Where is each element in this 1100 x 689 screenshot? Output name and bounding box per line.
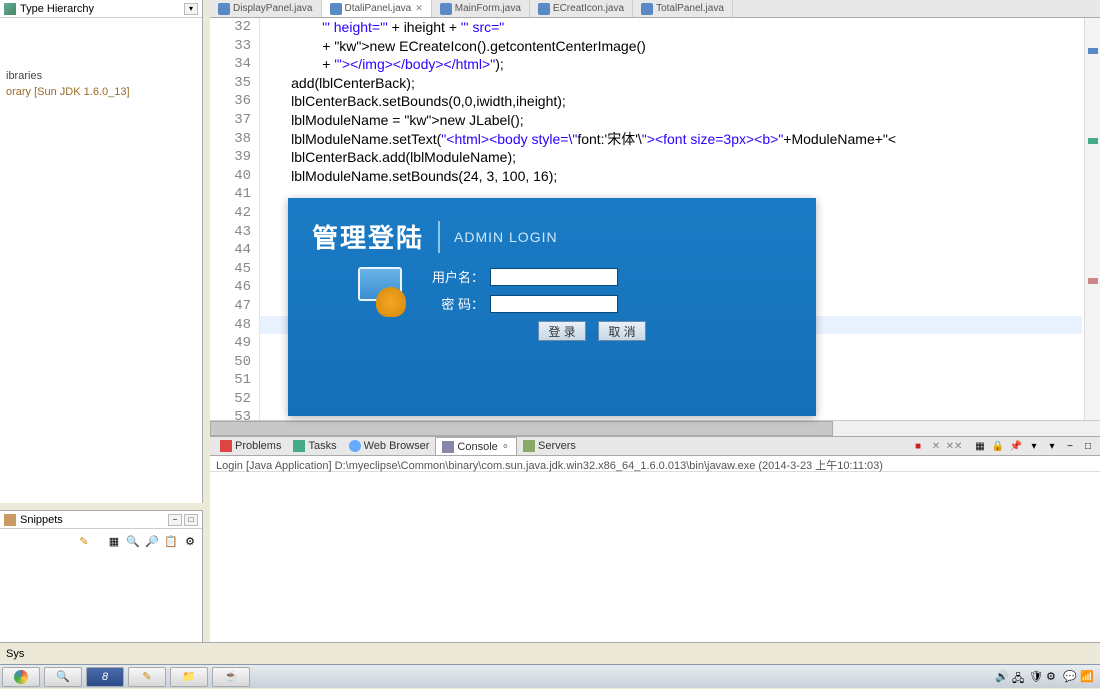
app-icon: 📁: [182, 670, 196, 683]
remove-launch-button[interactable]: ✕: [928, 438, 944, 454]
tab-mainform[interactable]: MainForm.java: [432, 0, 530, 17]
java-file-icon: [538, 3, 550, 15]
snippets-title: Snippets: [20, 514, 63, 526]
tray-icon[interactable]: ⚙: [1046, 670, 1060, 684]
editor-hscrollbar[interactable]: [210, 420, 1100, 436]
zoom-in-icon[interactable]: 🔍: [125, 533, 141, 549]
bottom-views-tabs: Problems Tasks Web Browser Console⚬ Serv…: [210, 436, 1100, 456]
app-icon: 8: [102, 671, 108, 683]
password-input[interactable]: [490, 295, 618, 313]
ruler-mark[interactable]: [1088, 138, 1098, 144]
tray-icon[interactable]: 🛡: [1029, 670, 1043, 684]
libraries-node[interactable]: ibraries: [6, 68, 196, 84]
tab-servers[interactable]: Servers: [517, 437, 582, 455]
tray-icon[interactable]: 🖧: [1012, 670, 1026, 684]
status-text: Sys: [6, 648, 24, 660]
tab-problems[interactable]: Problems: [214, 437, 287, 455]
tray-icon[interactable]: 💬: [1063, 670, 1077, 684]
minimize-icon[interactable]: −: [168, 514, 182, 526]
tray-icon[interactable]: 📶: [1080, 670, 1094, 684]
type-hierarchy-header: Type Hierarchy ▾: [0, 0, 202, 18]
tasks-icon: [293, 440, 305, 452]
login-title-en: ADMIN LOGIN: [454, 229, 558, 245]
tab-ecreatcon[interactable]: ECreatIcon.java: [530, 0, 633, 17]
java-file-icon: [641, 3, 653, 15]
snippet-tool-1[interactable]: ✎: [76, 533, 92, 549]
admin-login-dialog: 管理登陆 ADMIN LOGIN 用户名： 密 码： 登 录 取 消: [288, 198, 816, 416]
tab-dtalipanel[interactable]: DtaliPanel.java✕: [322, 0, 432, 17]
console-icon: [442, 441, 454, 453]
java-file-icon: [330, 3, 342, 15]
windows-taskbar: 🔍 8 ✎ 📁 ☕ 🔊 🖧 🛡 ⚙ 💬 📶: [0, 664, 1100, 688]
search-icon: 🔍: [56, 670, 70, 683]
tab-console[interactable]: Console⚬: [435, 437, 517, 455]
java-file-icon: [218, 3, 230, 15]
remove-all-button[interactable]: ✕✕: [946, 438, 962, 454]
title-divider: [438, 221, 440, 253]
view-menu-icon[interactable]: ▾: [184, 3, 198, 15]
tab-pin-icon[interactable]: ⚬: [501, 440, 510, 453]
snippets-panel: Snippets − □ ✎ ▦ 🔍 🔎 📋 ⚙: [0, 510, 203, 642]
pin-console-button[interactable]: 📌: [1008, 438, 1024, 454]
chrome-icon: [14, 670, 28, 684]
editor-tabs: DisplayPanel.java DtaliPanel.java✕ MainF…: [210, 0, 1100, 18]
line-number-gutter: 3233343536373839404142434445464748495051…: [210, 18, 260, 428]
taskbar-app3[interactable]: 📁: [170, 667, 208, 687]
package-explorer-panel: Type Hierarchy ▾ ibraries orary [Sun JDK…: [0, 0, 203, 503]
minimize-view-button[interactable]: −: [1062, 438, 1078, 454]
tab-tasks[interactable]: Tasks: [287, 437, 342, 455]
java-icon: ☕: [224, 670, 238, 683]
app-icon: ✎: [142, 670, 151, 683]
clear-console-button[interactable]: ▦: [972, 438, 988, 454]
overview-ruler[interactable]: [1084, 18, 1100, 428]
username-input[interactable]: [490, 268, 618, 286]
taskbar-search[interactable]: 🔍: [44, 667, 82, 687]
cancel-button[interactable]: 取 消: [598, 321, 646, 341]
login-avatar-icon: [358, 267, 414, 323]
display-selected-button[interactable]: ▾: [1026, 438, 1042, 454]
login-button[interactable]: 登 录: [538, 321, 586, 341]
taskbar-chrome[interactable]: [2, 667, 40, 687]
tab-displaypanel[interactable]: DisplayPanel.java: [210, 0, 322, 17]
servers-icon: [523, 440, 535, 452]
open-console-button[interactable]: ▾: [1044, 438, 1060, 454]
close-icon[interactable]: ✕: [415, 3, 423, 14]
status-bar: Sys: [0, 642, 1100, 664]
tab-web-browser[interactable]: Web Browser: [343, 437, 436, 455]
zoom-out-icon[interactable]: 🔎: [144, 533, 160, 549]
taskbar-java[interactable]: ☕: [212, 667, 250, 687]
taskbar-app1[interactable]: 8: [86, 667, 124, 687]
java-file-icon: [440, 3, 452, 15]
snippet-tool-2[interactable]: ▦: [106, 533, 122, 549]
tray-icon[interactable]: 🔊: [995, 670, 1009, 684]
console-status-line: Login [Java Application] D:\myeclipse\Co…: [210, 456, 1100, 472]
problems-icon: [220, 440, 232, 452]
ruler-mark[interactable]: [1088, 48, 1098, 54]
hierarchy-icon: [4, 3, 16, 15]
maximize-view-button[interactable]: □: [1080, 438, 1096, 454]
username-label: 用户名：: [428, 267, 484, 286]
jre-library-node[interactable]: orary [Sun JDK 1.6.0_13]: [6, 84, 196, 100]
hscroll-thumb[interactable]: [210, 421, 833, 436]
console-output[interactable]: [210, 472, 1100, 642]
login-title-cn: 管理登陆: [312, 218, 424, 255]
taskbar-app2[interactable]: ✎: [128, 667, 166, 687]
maximize-icon[interactable]: □: [184, 514, 198, 526]
ruler-mark[interactable]: [1088, 278, 1098, 284]
scroll-lock-button[interactable]: 🔒: [990, 438, 1006, 454]
password-label: 密 码：: [428, 294, 484, 313]
snippet-tool-6[interactable]: ⚙: [182, 533, 198, 549]
type-hierarchy-title: Type Hierarchy: [20, 3, 94, 15]
terminate-button[interactable]: ■: [910, 438, 926, 454]
snippets-icon: [4, 514, 16, 526]
tab-totalpanel[interactable]: TotalPanel.java: [633, 0, 733, 17]
browser-icon: [349, 440, 361, 452]
snippet-tool-5[interactable]: 📋: [163, 533, 179, 549]
